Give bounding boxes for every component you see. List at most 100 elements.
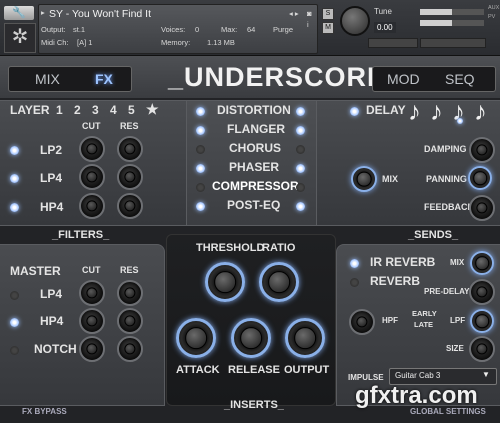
lp4-res-knob[interactable] bbox=[117, 164, 143, 190]
aux-label[interactable]: AUX bbox=[488, 4, 499, 13]
hp4-cut-knob[interactable] bbox=[79, 193, 105, 219]
lp4-led[interactable] bbox=[10, 174, 19, 183]
delay-note-4-icon[interactable]: ♪ bbox=[474, 96, 487, 127]
camera-icon[interactable]: ◙ bbox=[307, 9, 312, 18]
lp2-res-knob[interactable] bbox=[117, 136, 143, 162]
delay-led[interactable] bbox=[350, 107, 359, 116]
effect-compressor[interactable]: COMPRESSOR bbox=[212, 179, 299, 193]
instrument-name[interactable]: SY - You Won't Find It bbox=[49, 8, 151, 20]
tab-mod[interactable]: MOD bbox=[387, 71, 420, 87]
late-label[interactable]: LATE bbox=[414, 320, 433, 329]
effect-flanger[interactable]: FLANGER bbox=[227, 122, 285, 136]
impulse-label: IMPULSE bbox=[348, 373, 384, 382]
panning-knob[interactable] bbox=[468, 166, 492, 190]
flanger-led-left[interactable] bbox=[196, 126, 205, 135]
delay-note-1-icon[interactable]: ♪ bbox=[408, 96, 421, 127]
master-filter-hp4-label[interactable]: HP4 bbox=[40, 314, 63, 328]
level-meter-right bbox=[420, 20, 484, 26]
effect-chorus[interactable]: CHORUS bbox=[229, 141, 281, 155]
layer-2-button[interactable]: 2 bbox=[74, 103, 81, 117]
master-filter-lp4-label[interactable]: LP4 bbox=[40, 287, 62, 301]
master-lp4-res-knob[interactable] bbox=[117, 280, 143, 306]
effect-distortion[interactable]: DISTORTION bbox=[217, 103, 291, 117]
reverb-option[interactable]: REVERB bbox=[370, 274, 420, 288]
compressor-led-left[interactable] bbox=[196, 183, 205, 192]
post-eq-led-right[interactable] bbox=[296, 202, 305, 211]
flanger-led-right[interactable] bbox=[296, 126, 305, 135]
ratio-knob[interactable] bbox=[259, 262, 299, 302]
lp4-cut-knob[interactable] bbox=[79, 164, 105, 190]
instrument-info-panel: ▸ SY - You Won't Find It ◂ ▸ ◙ i Output:… bbox=[38, 4, 318, 54]
effect-phaser[interactable]: PHASER bbox=[229, 160, 279, 174]
feedback-knob[interactable] bbox=[469, 195, 495, 221]
distortion-led-right[interactable] bbox=[296, 107, 305, 116]
delay-note-2-icon[interactable]: ♪ bbox=[430, 96, 443, 127]
hp4-res-knob[interactable] bbox=[117, 193, 143, 219]
tab-seq[interactable]: SEQ bbox=[445, 71, 475, 87]
filter-lp4-label[interactable]: LP4 bbox=[40, 171, 62, 185]
purge-menu[interactable]: Purge bbox=[273, 25, 293, 34]
master-lp4-led[interactable] bbox=[10, 291, 19, 300]
output-value[interactable]: st.1 bbox=[73, 25, 85, 34]
fx-bypass-button[interactable]: FX BYPASS bbox=[22, 407, 67, 416]
lp2-cut-knob[interactable] bbox=[79, 136, 105, 162]
attack-knob[interactable] bbox=[176, 318, 216, 358]
master-lp4-cut-knob[interactable] bbox=[79, 280, 105, 306]
midi-channel-value[interactable]: [A] 1 bbox=[77, 38, 92, 47]
master-filter-notch-label[interactable]: NOTCH bbox=[34, 342, 77, 356]
tab-fx[interactable]: FX bbox=[95, 71, 113, 87]
distortion-led-left[interactable] bbox=[196, 107, 205, 116]
post-eq-led-left[interactable] bbox=[196, 202, 205, 211]
reverb-led[interactable] bbox=[350, 278, 359, 287]
collapse-arrow-icon[interactable]: ▸ bbox=[41, 8, 45, 17]
layer-1-button[interactable]: 1 bbox=[56, 103, 63, 117]
chorus-led-right[interactable] bbox=[296, 145, 305, 154]
reverb-mix-knob[interactable] bbox=[470, 251, 494, 275]
chorus-led-left[interactable] bbox=[196, 145, 205, 154]
layer-5-button[interactable]: 5 bbox=[128, 103, 135, 117]
tab-mix[interactable]: MIX bbox=[35, 71, 60, 87]
layer-4-button[interactable]: 4 bbox=[110, 103, 117, 117]
tune-knob[interactable] bbox=[340, 6, 370, 36]
output-knob[interactable] bbox=[285, 318, 325, 358]
lp2-led[interactable] bbox=[10, 146, 19, 155]
chevron-down-icon: ▼ bbox=[482, 370, 490, 379]
threshold-knob[interactable] bbox=[205, 262, 245, 302]
master-hp4-res-knob[interactable] bbox=[117, 308, 143, 334]
delay-label: DELAY bbox=[366, 103, 406, 117]
master-notch-res-knob[interactable] bbox=[117, 336, 143, 362]
wrench-icon[interactable]: 🔧 bbox=[4, 6, 34, 20]
info-icon[interactable]: i bbox=[307, 20, 309, 29]
solo-button[interactable]: S bbox=[322, 8, 334, 20]
release-knob[interactable] bbox=[231, 318, 271, 358]
master-hp4-led[interactable] bbox=[10, 318, 19, 327]
phaser-led-right[interactable] bbox=[296, 164, 305, 173]
pre-delay-knob[interactable] bbox=[469, 279, 495, 305]
mute-button[interactable]: M bbox=[322, 22, 334, 34]
layer-all-star-icon[interactable]: ★ bbox=[146, 101, 159, 118]
lpf-knob[interactable] bbox=[470, 309, 494, 333]
prev-next-arrows-icon[interactable]: ◂ ▸ bbox=[289, 9, 299, 18]
phaser-led-left[interactable] bbox=[196, 164, 205, 173]
filter-lp2-label[interactable]: LP2 bbox=[40, 143, 62, 157]
ir-reverb-option[interactable]: IR REVERB bbox=[370, 255, 435, 269]
hpf-knob[interactable] bbox=[349, 309, 375, 335]
damping-knob[interactable] bbox=[469, 137, 495, 163]
master-hp4-cut-knob[interactable] bbox=[79, 308, 105, 334]
size-knob[interactable] bbox=[469, 336, 495, 362]
hp4-led[interactable] bbox=[10, 203, 19, 212]
pan-slider[interactable] bbox=[368, 38, 418, 48]
layer-3-button[interactable]: 3 bbox=[92, 103, 99, 117]
pv-label[interactable]: PV bbox=[488, 13, 498, 22]
master-notch-led[interactable] bbox=[10, 346, 19, 355]
master-notch-cut-knob[interactable] bbox=[79, 336, 105, 362]
delay-mix-knob[interactable] bbox=[351, 166, 377, 192]
compressor-led-right[interactable] bbox=[296, 183, 305, 192]
ir-reverb-led[interactable] bbox=[350, 259, 359, 268]
max-voices-value[interactable]: 64 bbox=[247, 25, 255, 34]
volume-slider[interactable] bbox=[420, 38, 486, 48]
early-label[interactable]: EARLY bbox=[412, 309, 437, 318]
effect-post-eq[interactable]: POST-EQ bbox=[227, 198, 280, 212]
filter-hp4-label[interactable]: HP4 bbox=[40, 200, 63, 214]
ratio-label: RATIO bbox=[262, 242, 296, 254]
